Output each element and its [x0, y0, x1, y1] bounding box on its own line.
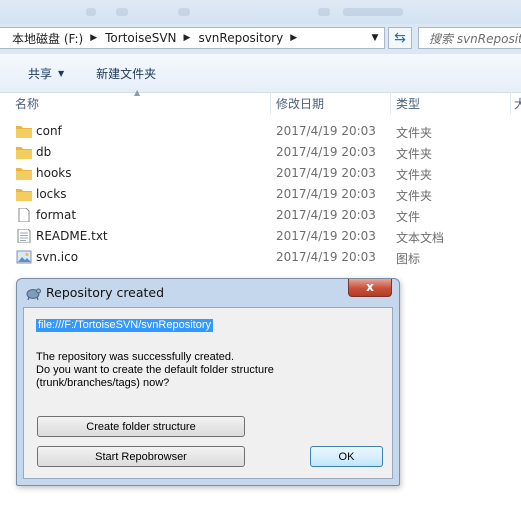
address-dropdown-icon[interactable]: ▼ — [366, 28, 384, 48]
column-header-type[interactable]: 类型 — [396, 93, 420, 113]
file-type: 文件夹 — [396, 126, 433, 140]
sort-ascending-icon: ▲ — [134, 88, 141, 97]
search-placeholder: 搜索 svnReposit — [429, 31, 521, 46]
blurred-up-icon — [178, 8, 190, 16]
column-header-size[interactable]: 大 — [514, 93, 521, 113]
message-line: (trunk/branches/tags) now? — [36, 377, 170, 389]
message-line: Do you want to create the default folder… — [36, 364, 274, 376]
breadcrumb-drive[interactable]: 本地磁盘 (F:) — [0, 30, 86, 47]
blurred-user-icon — [318, 8, 330, 16]
blurred-title-text — [343, 8, 403, 16]
file-name: locks — [36, 187, 67, 201]
folder-icon — [16, 126, 32, 138]
dialog-message: The repository was successfully created.… — [36, 351, 376, 390]
share-label: 共享 — [28, 66, 53, 81]
file-type: 图标 — [396, 252, 421, 266]
folder-icon — [16, 168, 32, 180]
search-input[interactable]: 搜索 svnReposit — [418, 27, 521, 49]
breadcrumb-separator-icon[interactable]: ▶ — [86, 33, 103, 43]
list-item[interactable]: db 2017/4/19 20:03 文件夹 — [0, 142, 521, 163]
file-date: 2017/4/19 20:03 — [276, 187, 376, 201]
file-type: 文件夹 — [396, 168, 433, 182]
dialog-titlebar[interactable]: Repository created x — [17, 279, 399, 306]
share-button[interactable]: 共享 ▼ — [0, 65, 78, 82]
file-name: format — [36, 208, 77, 222]
column-header-date[interactable]: 修改日期 — [276, 93, 324, 113]
list-item[interactable]: conf 2017/4/19 20:03 文件夹 — [0, 121, 521, 142]
ok-button[interactable]: OK — [310, 446, 383, 467]
start-repobrowser-button[interactable]: Start Repobrowser — [37, 446, 245, 467]
image-file-icon — [16, 250, 32, 264]
chevron-down-icon: ▼ — [58, 68, 65, 78]
text-file-icon — [17, 229, 31, 243]
address-row: 本地磁盘 (F:) ▶ TortoiseSVN ▶ svnRepository … — [0, 24, 521, 54]
file-name: README.txt — [36, 229, 108, 243]
file-name: db — [36, 145, 52, 159]
list-item[interactable]: hooks 2017/4/19 20:03 文件夹 — [0, 163, 521, 184]
new-folder-label: 新建文件夹 — [96, 66, 157, 81]
close-button[interactable]: x — [348, 279, 392, 297]
list-item[interactable]: svn.ico 2017/4/19 20:03 图标 — [0, 247, 521, 268]
breadcrumb-tortoisesvn[interactable]: TortoiseSVN — [103, 31, 179, 45]
create-folder-structure-button[interactable]: Create folder structure — [37, 416, 245, 437]
address-bar[interactable]: 本地磁盘 (F:) ▶ TortoiseSVN ▶ svnRepository … — [0, 27, 385, 49]
command-toolbar: 共享 ▼ 新建文件夹 — [0, 54, 521, 93]
column-divider[interactable] — [270, 92, 271, 114]
breadcrumb-svnrepository[interactable]: svnRepository — [196, 31, 286, 45]
repository-url[interactable]: file:///F:/TortoiseSVN/svnRepository — [36, 319, 214, 332]
file-icon — [18, 208, 30, 222]
file-date: 2017/4/19 20:03 — [276, 208, 376, 222]
dialog-title: Repository created — [46, 285, 165, 300]
file-date: 2017/4/19 20:03 — [276, 250, 376, 264]
file-type: 文件 — [396, 210, 421, 224]
column-divider[interactable] — [510, 92, 511, 114]
file-name: svn.ico — [36, 250, 79, 264]
list-item[interactable]: locks 2017/4/19 20:03 文件夹 — [0, 184, 521, 205]
blurred-forward-icon — [116, 8, 128, 16]
folder-icon — [16, 189, 32, 201]
column-divider[interactable] — [390, 92, 391, 114]
file-date: 2017/4/19 20:03 — [276, 166, 376, 180]
folder-icon — [16, 147, 32, 159]
refresh-icon: ⇆ — [394, 30, 406, 46]
message-line: The repository was successfully created. — [36, 351, 235, 363]
file-name: conf — [36, 124, 62, 138]
file-type: 文本文档 — [396, 231, 445, 245]
close-icon: x — [366, 280, 374, 294]
file-list: conf 2017/4/19 20:03 文件夹 db 2017/4/19 20… — [0, 121, 521, 268]
breadcrumb-separator-icon[interactable]: ▶ — [180, 33, 197, 43]
repository-created-dialog: Repository created x file:///F:/Tortoise… — [16, 278, 400, 486]
file-name: hooks — [36, 166, 72, 180]
list-item[interactable]: format 2017/4/19 20:03 文件 — [0, 205, 521, 226]
file-date: 2017/4/19 20:03 — [276, 124, 376, 138]
list-item[interactable]: README.txt 2017/4/19 20:03 文本文档 — [0, 226, 521, 247]
file-date: 2017/4/19 20:03 — [276, 229, 376, 243]
breadcrumb-separator-icon[interactable]: ▶ — [286, 33, 303, 43]
dialog-body: file:///F:/TortoiseSVN/svnRepository The… — [23, 307, 393, 479]
column-header-name[interactable]: 名称 — [15, 93, 39, 113]
refresh-button[interactable]: ⇆ — [388, 27, 412, 49]
window-title-strip — [0, 0, 521, 24]
file-type: 文件夹 — [396, 189, 433, 203]
blurred-back-icon — [86, 8, 96, 16]
file-type: 文件夹 — [396, 147, 433, 161]
new-folder-button[interactable]: 新建文件夹 — [78, 65, 170, 82]
file-date: 2017/4/19 20:03 — [276, 145, 376, 159]
tortoise-icon — [26, 288, 41, 301]
